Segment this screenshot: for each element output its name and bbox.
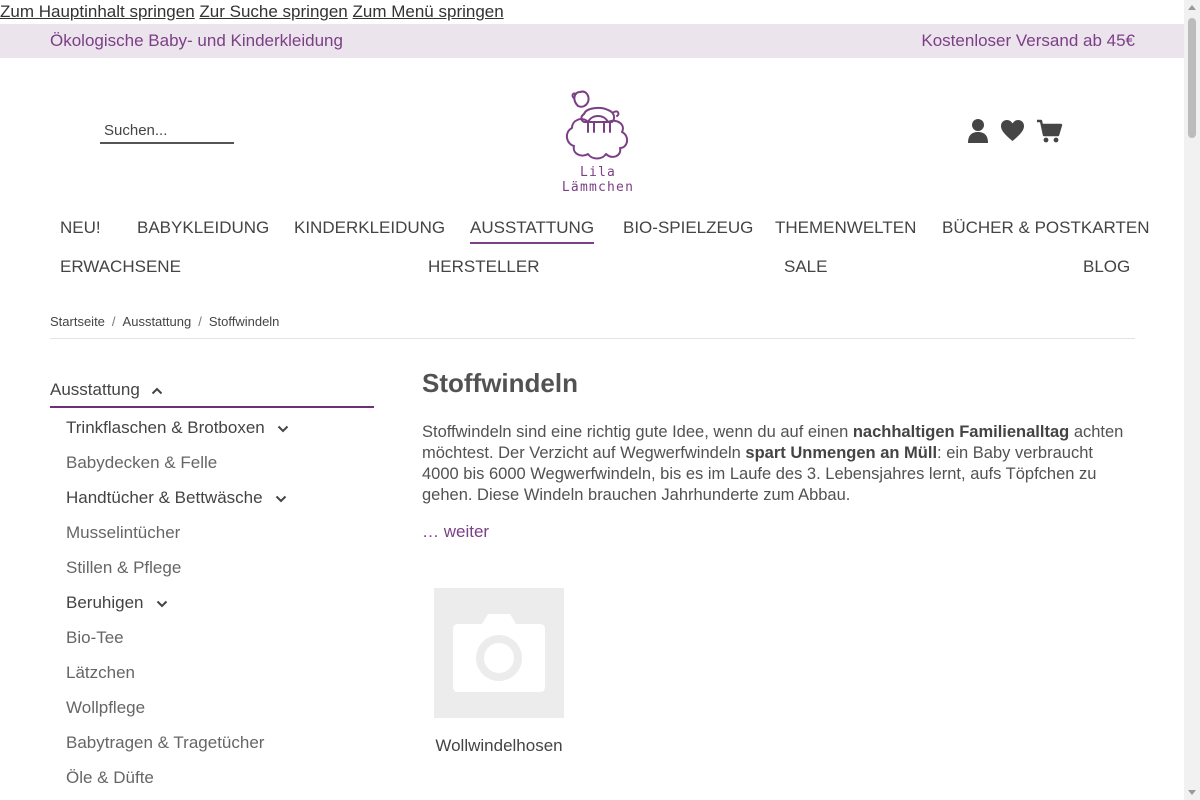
breadcrumb-separator: / (198, 314, 202, 329)
intro-bold: spart Unmengen an Müll (745, 444, 938, 462)
sidebar-item-label: Öle & Düfte (66, 768, 154, 787)
nav-item-themenwelten[interactable]: THEMENWELTEN (775, 218, 916, 238)
sidebar-item-trinkflaschen[interactable]: Trinkflaschen & Brotboxen (66, 410, 366, 445)
breadcrumb: Startseite / Ausstattung / Stoffwindeln (50, 314, 279, 329)
breadcrumb-current: Stoffwindeln (208, 314, 280, 329)
sidebar-item-stillen-pflege[interactable]: Stillen & Pflege (66, 550, 366, 585)
breadcrumb-separator: / (111, 314, 116, 329)
scroll-down-icon[interactable] (1188, 790, 1196, 795)
heart-icon[interactable] (1000, 118, 1025, 144)
sidebar-item-label: Babydecken & Felle (66, 453, 218, 472)
scrollbar-thumb[interactable] (1188, 18, 1196, 138)
sidebar-heading-label: Ausstattung (50, 380, 140, 399)
info-tagline: Ökologische Baby- und Kinderkleidung (50, 31, 343, 50)
cart-icon[interactable] (1036, 118, 1063, 144)
logo-text: Lila Lämmchen (561, 165, 635, 195)
breadcrumb-divider (50, 338, 1135, 339)
nav-item-ausstattung[interactable]: AUSSTATTUNG (470, 218, 595, 244)
sidebar-item-label: Bio-Tee (66, 628, 124, 647)
sidebar-item-label: Beruhigen (66, 593, 144, 612)
sidebar-item-bio-tee[interactable]: Bio-Tee (66, 620, 366, 655)
sidebar-item-oele-duefte[interactable]: Öle & Düfte (66, 760, 366, 795)
read-more-link[interactable]: … weiter (422, 522, 489, 542)
camera-icon (453, 614, 545, 692)
intro-bold: nachhaltigen Familienalltag (852, 423, 1070, 441)
sidebar-item-musselintuecher[interactable]: Musselintücher (66, 515, 366, 550)
chevron-down-icon[interactable] (275, 495, 287, 503)
intro-text: Stoffwindeln sind eine richtig gute Idee… (422, 423, 853, 441)
subcategory-label[interactable]: Wollwindelhosen (422, 736, 576, 756)
info-shipping: Kostenloser Versand ab 45€ (921, 31, 1135, 50)
nav-item-babykleidung[interactable]: BABYKLEIDUNG (137, 218, 269, 238)
user-icon[interactable] (967, 118, 989, 144)
nav-item-kinderkleidung[interactable]: KINDERKLEIDUNG (294, 218, 445, 238)
sidebar-item-beruhigen[interactable]: Beruhigen (66, 585, 366, 620)
skip-link-main[interactable]: Zum Hauptinhalt springen (0, 2, 195, 21)
skip-links: Zum Hauptinhalt springen Zur Suche sprin… (0, 0, 1184, 24)
skip-link-search[interactable]: Zur Suche springen (199, 2, 347, 21)
page-scrollbar[interactable] (1184, 0, 1200, 800)
skip-link-menu[interactable]: Zum Menü springen (353, 2, 504, 21)
nav-item-erwachsene[interactable]: ERWACHSENE (60, 257, 181, 277)
page-title: Stoffwindeln (422, 368, 578, 398)
nav-item-buecher-postkarten[interactable]: BÜCHER & POSTKARTEN (942, 218, 1150, 238)
sidebar-item-laetzchen[interactable]: Lätzchen (66, 655, 366, 690)
nav-item-neu[interactable]: NEU! (60, 218, 101, 238)
nav-item-blog[interactable]: BLOG (1083, 257, 1130, 277)
sidebar-item-handtuecher[interactable]: Handtücher & Bettwäsche (66, 480, 366, 515)
sidebar-item-label: Handtücher & Bettwäsche (66, 488, 263, 507)
top-info-bar: Ökologische Baby- und Kinderkleidung Kos… (0, 24, 1184, 58)
search-input[interactable] (100, 118, 234, 144)
sidebar-item-babytragen[interactable]: Babytragen & Tragetücher (66, 725, 366, 760)
breadcrumb-ausstattung[interactable]: Ausstattung (123, 314, 192, 329)
sidebar-item-label: Trinkflaschen & Brotboxen (66, 418, 265, 437)
sidebar-item-label: Babytragen & Tragetücher (66, 733, 265, 752)
chevron-up-icon[interactable] (151, 387, 163, 395)
breadcrumb-home[interactable]: Startseite (50, 314, 105, 329)
sidebar-heading[interactable]: Ausstattung (50, 380, 374, 408)
nav-item-hersteller[interactable]: HERSTELLER (428, 257, 539, 277)
chevron-down-icon[interactable] (277, 425, 289, 433)
sidebar-item-label: Wollpflege (66, 698, 146, 717)
nav-item-sale[interactable]: SALE (784, 257, 827, 277)
chevron-down-icon[interactable] (156, 600, 168, 608)
sidebar-item-babydecken[interactable]: Babydecken & Felle (66, 445, 366, 480)
nav-item-bio-spielzeug[interactable]: BIO-SPIELZEUG (623, 218, 753, 238)
sidebar-item-label: Musselintücher (66, 523, 181, 542)
subcategory-image[interactable] (434, 588, 564, 718)
sidebar-item-wollpflege[interactable]: Wollpflege (66, 690, 366, 725)
sidebar-item-label: Stillen & Pflege (66, 558, 182, 577)
sidebar-category-list: Trinkflaschen & Brotboxen Babydecken & F… (66, 410, 366, 795)
sidebar-item-label: Lätzchen (66, 663, 135, 682)
category-intro: Stoffwindeln sind eine richtig gute Idee… (422, 422, 1134, 506)
scroll-up-icon[interactable] (1188, 5, 1196, 10)
